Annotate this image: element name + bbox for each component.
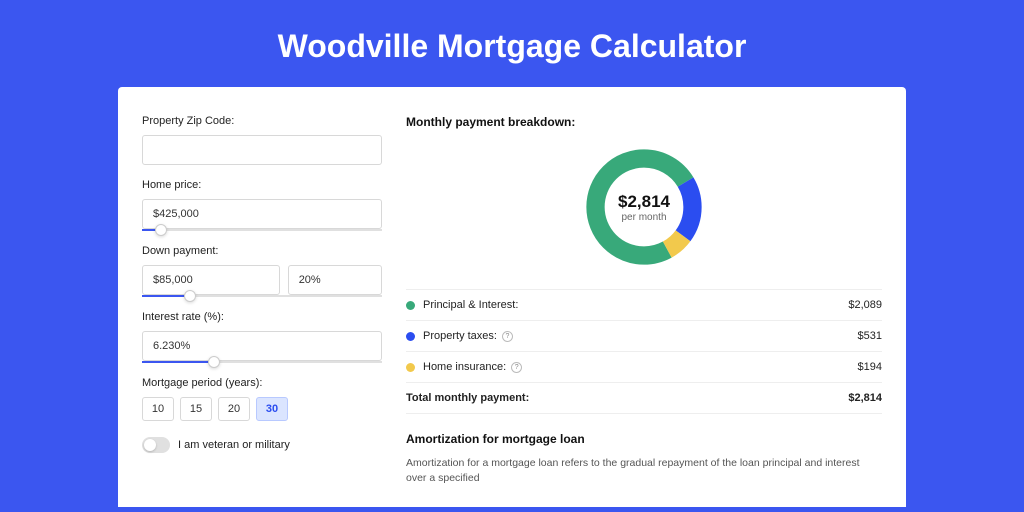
form-panel: Property Zip Code: Home price: Down paym… bbox=[142, 115, 382, 507]
legend-value: $194 bbox=[858, 361, 882, 373]
amort-title: Amortization for mortgage loan bbox=[406, 432, 882, 446]
down-payment-input[interactable] bbox=[142, 265, 280, 295]
period-option-10[interactable]: 10 bbox=[142, 397, 174, 421]
interest-input[interactable] bbox=[142, 331, 382, 361]
legend: Principal & Interest:$2,089Property taxe… bbox=[406, 289, 882, 414]
info-icon[interactable]: ? bbox=[511, 362, 522, 373]
legend-label: Property taxes:? bbox=[423, 330, 858, 342]
zip-input[interactable] bbox=[142, 135, 382, 165]
legend-dot bbox=[406, 363, 415, 372]
down-payment-slider[interactable] bbox=[142, 295, 382, 297]
interest-label: Interest rate (%): bbox=[142, 311, 382, 323]
veteran-toggle[interactable] bbox=[142, 437, 170, 453]
legend-row: Home insurance:?$194 bbox=[406, 352, 882, 383]
breakdown-panel: Monthly payment breakdown: $2,814 per mo… bbox=[406, 115, 882, 507]
breakdown-title: Monthly payment breakdown: bbox=[406, 115, 882, 129]
period-option-20[interactable]: 20 bbox=[218, 397, 250, 421]
toggle-knob bbox=[144, 439, 156, 451]
slider-thumb[interactable] bbox=[184, 290, 196, 302]
field-mortgage-period: Mortgage period (years): 10152030 bbox=[142, 377, 382, 421]
legend-dot bbox=[406, 332, 415, 341]
home-price-label: Home price: bbox=[142, 179, 382, 191]
donut-center: $2,814 per month bbox=[580, 143, 708, 271]
legend-label: Home insurance:? bbox=[423, 361, 858, 373]
legend-total-row: Total monthly payment:$2,814 bbox=[406, 383, 882, 414]
field-home-price: Home price: bbox=[142, 179, 382, 231]
calculator-card: Property Zip Code: Home price: Down paym… bbox=[118, 87, 906, 507]
page-title: Woodville Mortgage Calculator bbox=[0, 0, 1024, 87]
field-interest-rate: Interest rate (%): bbox=[142, 311, 382, 363]
info-icon[interactable]: ? bbox=[502, 331, 513, 342]
amortization-section: Amortization for mortgage loan Amortizat… bbox=[406, 432, 882, 485]
veteran-label: I am veteran or military bbox=[178, 439, 290, 451]
legend-total-value: $2,814 bbox=[848, 392, 882, 404]
legend-total-label: Total monthly payment: bbox=[406, 392, 848, 404]
period-option-30[interactable]: 30 bbox=[256, 397, 288, 421]
period-option-15[interactable]: 15 bbox=[180, 397, 212, 421]
home-price-slider[interactable] bbox=[142, 229, 382, 231]
interest-slider[interactable] bbox=[142, 361, 382, 363]
slider-thumb[interactable] bbox=[208, 356, 220, 368]
legend-label: Principal & Interest: bbox=[423, 299, 848, 311]
home-price-input[interactable] bbox=[142, 199, 382, 229]
donut-value: $2,814 bbox=[618, 192, 670, 212]
down-payment-pct-input[interactable] bbox=[288, 265, 382, 295]
legend-dot bbox=[406, 301, 415, 310]
donut-chart-wrap: $2,814 per month bbox=[406, 143, 882, 271]
amort-text: Amortization for a mortgage loan refers … bbox=[406, 456, 882, 485]
period-label: Mortgage period (years): bbox=[142, 377, 382, 389]
legend-value: $531 bbox=[858, 330, 882, 342]
legend-row: Principal & Interest:$2,089 bbox=[406, 290, 882, 321]
slider-thumb[interactable] bbox=[155, 224, 167, 236]
legend-value: $2,089 bbox=[848, 299, 882, 311]
down-payment-label: Down payment: bbox=[142, 245, 382, 257]
legend-row: Property taxes:?$531 bbox=[406, 321, 882, 352]
zip-label: Property Zip Code: bbox=[142, 115, 382, 127]
field-zip: Property Zip Code: bbox=[142, 115, 382, 165]
veteran-toggle-row: I am veteran or military bbox=[142, 437, 382, 453]
donut-chart: $2,814 per month bbox=[580, 143, 708, 271]
donut-sub: per month bbox=[621, 212, 666, 223]
field-down-payment: Down payment: bbox=[142, 245, 382, 297]
